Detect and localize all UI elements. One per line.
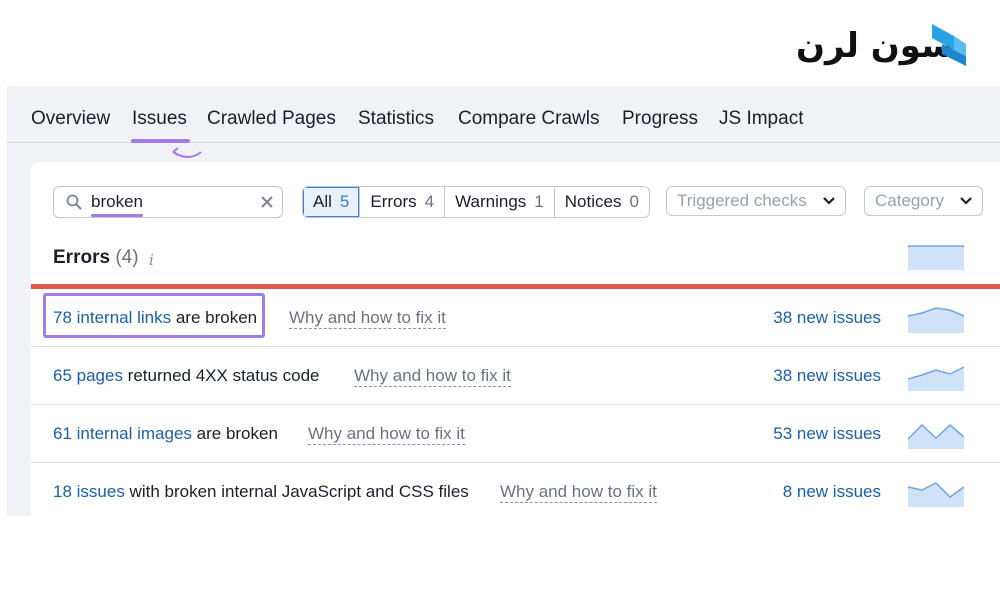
issue-trend-sparkline (908, 366, 964, 391)
tab-overview[interactable]: Overview (31, 108, 110, 130)
filter-all[interactable]: All 5 (303, 187, 360, 217)
brand-logo: سون لرن (796, 22, 968, 68)
filter-warnings-label: Warnings (455, 192, 527, 211)
filter-warnings-count: 1 (534, 192, 544, 211)
issue-link[interactable]: 18 issues (53, 482, 125, 501)
issue-link[interactable]: 61 internal images (53, 424, 192, 443)
site-audit-app: Overview Issues Crawled Pages Statistics… (7, 86, 1000, 516)
issue-trend-sparkline (908, 307, 964, 333)
why-fix-link[interactable]: Why and how to fix it (354, 366, 511, 387)
issue-trend-sparkline (908, 423, 964, 449)
triggered-checks-label: Triggered checks (677, 191, 807, 210)
issue-row: 78 internal links are broken Why and how… (31, 289, 1000, 347)
issue-text: are broken (171, 308, 258, 327)
why-fix-link[interactable]: Why and how to fix it (500, 482, 657, 503)
annotation-arrow-icon (172, 147, 202, 158)
search-term-highlight (91, 214, 143, 217)
filter-errors-label: Errors (370, 192, 417, 211)
new-issues-link[interactable]: 38 new issues (773, 366, 881, 386)
sparkline-area (908, 483, 964, 507)
tab-progress[interactable]: Progress (622, 108, 698, 130)
info-icon[interactable]: i (149, 251, 159, 269)
search-input[interactable] (91, 191, 251, 213)
issue-description: 18 issues with broken internal JavaScrip… (53, 482, 469, 502)
why-fix-link[interactable]: Why and how to fix it (308, 424, 465, 445)
issue-row: 65 pages returned 4XX status code Why an… (31, 347, 1000, 405)
errors-title: Errors (53, 247, 111, 268)
tab-crawled-pages[interactable]: Crawled Pages (207, 108, 336, 130)
issue-text: with broken internal JavaScript and CSS … (124, 482, 469, 501)
chevron-down-icon (823, 197, 835, 205)
search-icon (66, 194, 82, 210)
issue-search-box (53, 186, 283, 218)
filter-notices[interactable]: Notices 0 (553, 187, 649, 217)
why-fix-link[interactable]: Why and how to fix it (289, 308, 446, 329)
issues-panel: All 5 Errors 4 Warnings 1 Notices 0 Triggere… (31, 162, 1000, 516)
issue-text: returned 4XX status code (122, 366, 320, 385)
issue-description: 65 pages returned 4XX status code (53, 366, 320, 386)
errors-section-title: Errors (4) (53, 247, 139, 269)
filter-notices-label: Notices (564, 192, 622, 211)
filter-all-label: All (313, 192, 332, 211)
issue-trend-sparkline (908, 482, 964, 507)
issue-link[interactable]: 78 internal links (53, 308, 171, 327)
new-issues-link[interactable]: 8 new issues (783, 482, 881, 502)
issue-description: 78 internal links are broken (53, 308, 257, 328)
errors-trend-sparkline (908, 245, 964, 270)
tab-js-impact[interactable]: JS Impact (719, 108, 803, 130)
new-issues-link[interactable]: 38 new issues (773, 308, 881, 328)
tab-issues[interactable]: Issues (132, 108, 187, 130)
issue-text: are broken (191, 424, 278, 443)
issue-type-filter: All 5 Errors 4 Warnings 1 Notices 0 (302, 186, 650, 218)
filter-all-count: 5 (339, 192, 350, 211)
close-icon[interactable] (258, 193, 276, 211)
issue-row: 61 internal images are broken Why and ho… (31, 405, 1000, 463)
filter-notices-count: 0 (629, 192, 639, 211)
issue-link[interactable]: 65 pages (53, 366, 123, 385)
chevron-down-icon (960, 197, 972, 205)
category-label: Category (875, 191, 944, 210)
filter-errors-count: 4 (424, 192, 435, 211)
tab-bar: Overview Issues Crawled Pages Statistics… (7, 86, 1000, 158)
issue-description: 61 internal images are broken (53, 424, 278, 444)
errors-count: (4) (115, 247, 139, 268)
issue-row: 18 issues with broken internal JavaScrip… (31, 463, 1000, 516)
triggered-checks-dropdown[interactable]: Triggered checks (666, 186, 846, 216)
logo-mark-icon (932, 24, 966, 66)
tab-statistics[interactable]: Statistics (358, 108, 434, 130)
tab-compare-crawls[interactable]: Compare Crawls (458, 108, 599, 130)
new-issues-link[interactable]: 53 new issues (773, 424, 881, 444)
filter-errors[interactable]: Errors 4 (359, 187, 444, 217)
filter-warnings[interactable]: Warnings 1 (444, 187, 554, 217)
category-dropdown[interactable]: Category (864, 186, 983, 216)
